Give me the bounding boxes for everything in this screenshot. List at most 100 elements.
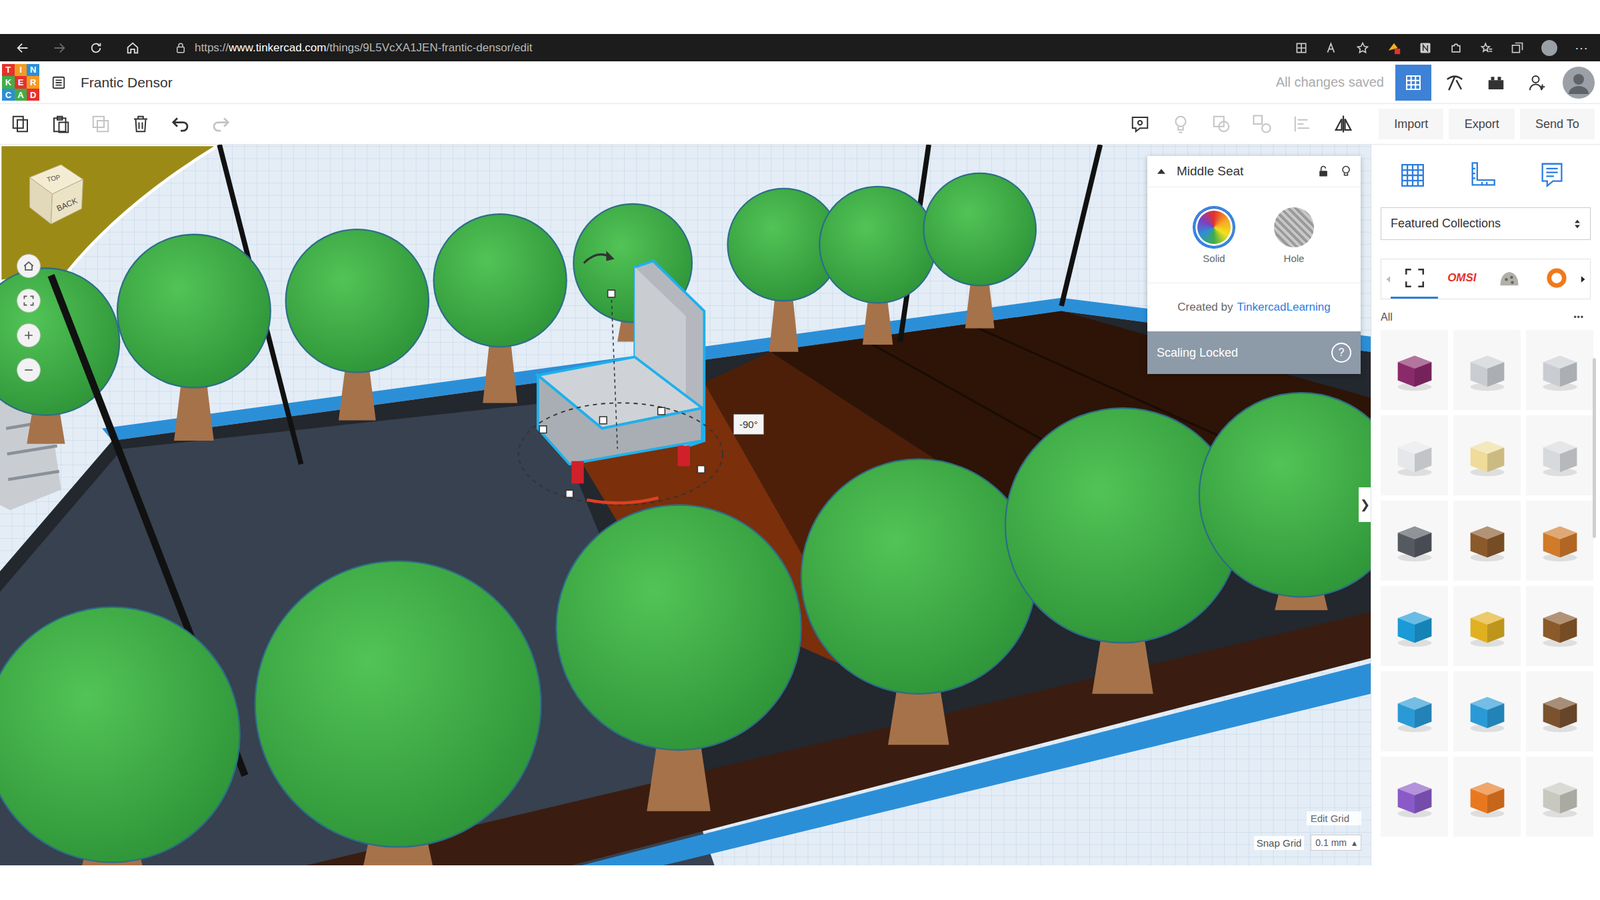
design-view-button[interactable] — [1395, 64, 1432, 101]
part-thumbnail[interactable] — [1380, 500, 1448, 581]
favorite-icon[interactable] — [1356, 41, 1370, 55]
home-button[interactable] — [122, 38, 143, 58]
resize-handle[interactable] — [566, 490, 574, 498]
part-thumbnail[interactable] — [1380, 586, 1448, 666]
copy-button[interactable] — [5, 108, 36, 140]
panel-scrollbar[interactable] — [1592, 358, 1596, 538]
redo-button[interactable] — [205, 108, 236, 140]
address-bar[interactable]: https://www.tinkercad.com/things/9L5VcXA… — [194, 41, 532, 55]
next-arrow-icon[interactable] — [1580, 274, 1586, 284]
resize-handle[interactable] — [697, 466, 705, 474]
part-thumbnail[interactable] — [1453, 756, 1521, 837]
toolbar-action-button[interactable]: Import — [1378, 108, 1444, 140]
extension-icon[interactable] — [1418, 41, 1432, 55]
toolbar-action-button[interactable]: Send To — [1520, 108, 1595, 140]
favorites-icon[interactable] — [1480, 41, 1494, 55]
bricks-view-button[interactable] — [1478, 64, 1514, 101]
part-thumbnail[interactable] — [1380, 330, 1448, 410]
tree[interactable] — [117, 234, 271, 441]
blocks-view-button[interactable] — [1436, 64, 1473, 101]
tree[interactable] — [1199, 392, 1371, 610]
mode-0[interactable]: Solid — [1194, 207, 1234, 264]
invite-user-button[interactable] — [1519, 64, 1556, 101]
collection-dropdown[interactable]: Featured Collections — [1380, 207, 1591, 240]
tree[interactable] — [728, 188, 840, 352]
light-button[interactable] — [1165, 108, 1196, 140]
more-button[interactable]: ••• — [1573, 312, 1584, 322]
tree[interactable] — [1005, 408, 1240, 694]
part-thumbnail[interactable] — [1380, 671, 1448, 752]
part-thumbnail[interactable] — [1453, 500, 1521, 581]
zoom-in-view-button[interactable] — [16, 323, 41, 348]
forward-button[interactable] — [49, 38, 70, 58]
mode-1[interactable]: Hole — [1274, 207, 1314, 264]
note-button[interactable] — [1124, 108, 1156, 140]
unlock-icon[interactable] — [1316, 164, 1330, 178]
undo-button[interactable] — [165, 108, 196, 140]
design-title[interactable]: Frantic Densor — [80, 74, 173, 91]
all-collection-tab[interactable] — [1390, 259, 1438, 299]
toolbar-action-button[interactable]: Export — [1448, 108, 1514, 140]
edit-grid-button[interactable]: Edit Grid — [1306, 811, 1362, 826]
shape-name[interactable]: Middle Seat — [1176, 164, 1244, 179]
read-aloud-icon[interactable] — [1325, 41, 1339, 55]
mode-swatch[interactable] — [1274, 207, 1314, 248]
puzzle-icon[interactable] — [1449, 41, 1463, 55]
part-thumbnail[interactable] — [1526, 330, 1594, 410]
part-thumbnail[interactable] — [1526, 756, 1594, 837]
part-thumbnail[interactable] — [1453, 415, 1521, 496]
part-thumbnail[interactable] — [1453, 671, 1521, 752]
part-thumbnail[interactable] — [1526, 586, 1594, 666]
ruler-button[interactable] — [1462, 155, 1502, 196]
apps-icon[interactable] — [1294, 41, 1308, 55]
middle-seat[interactable] — [538, 261, 705, 484]
duplicate-button[interactable] — [85, 108, 116, 140]
tree[interactable] — [286, 229, 429, 420]
ungroup-button[interactable] — [1246, 108, 1278, 140]
credit-author-link[interactable]: TinkercadLearning — [1236, 300, 1330, 314]
tree[interactable] — [255, 561, 542, 866]
part-thumbnail[interactable] — [1453, 330, 1521, 410]
resize-handle[interactable] — [539, 426, 547, 434]
paste-button[interactable] — [45, 108, 76, 140]
resize-handle[interactable] — [658, 407, 666, 415]
resize-handle[interactable] — [608, 290, 616, 298]
mode-swatch[interactable] — [1194, 207, 1234, 248]
zoom-out-view-button[interactable] — [16, 358, 41, 382]
align-button[interactable] — [1287, 108, 1318, 140]
tree[interactable] — [0, 607, 240, 866]
tinkercad-logo[interactable]: TINKERCAD — [2, 64, 40, 102]
panel-collapse-tab[interactable]: ❯ — [1358, 487, 1371, 522]
tree[interactable] — [801, 459, 1036, 746]
part-thumbnail[interactable] — [1380, 756, 1448, 837]
fit-view-button[interactable] — [16, 288, 41, 313]
shapes-button[interactable] — [1392, 155, 1433, 196]
resize-handle[interactable] — [599, 416, 607, 424]
delete-button[interactable] — [125, 108, 156, 140]
omsi-collection-tab[interactable]: OMSI — [1438, 259, 1486, 299]
rotation-gizmo[interactable] — [518, 250, 723, 505]
extension-icon[interactable] — [1386, 40, 1402, 56]
notes-button[interactable] — [1532, 155, 1572, 196]
tree[interactable] — [923, 173, 1036, 329]
rock-collection-tab[interactable] — [1486, 259, 1534, 299]
back-button[interactable] — [12, 38, 33, 58]
browser-menu[interactable]: ⋯ — [1574, 40, 1588, 56]
tree[interactable] — [819, 186, 936, 345]
profile-avatar[interactable] — [1541, 40, 1558, 56]
prev-arrow-icon[interactable] — [1385, 274, 1391, 284]
home-view-button[interactable] — [16, 254, 41, 278]
user-avatar[interactable] — [1560, 64, 1597, 101]
mirror-button[interactable] — [1328, 108, 1359, 140]
part-thumbnail[interactable] — [1453, 586, 1521, 666]
help-button[interactable]: ? — [1331, 342, 1352, 363]
filter-label[interactable]: All — [1380, 311, 1393, 324]
visibility-bulb-icon[interactable] — [1339, 164, 1353, 178]
part-thumbnail[interactable] — [1526, 671, 1594, 752]
view-cube[interactable]: TOPBACK — [24, 160, 88, 228]
snap-grid-select[interactable]: 0.1 mm▴ — [1310, 834, 1362, 851]
tree[interactable] — [556, 505, 801, 812]
reload-button[interactable] — [86, 38, 106, 58]
part-thumbnail[interactable] — [1526, 500, 1594, 581]
group-button[interactable] — [1206, 108, 1237, 140]
